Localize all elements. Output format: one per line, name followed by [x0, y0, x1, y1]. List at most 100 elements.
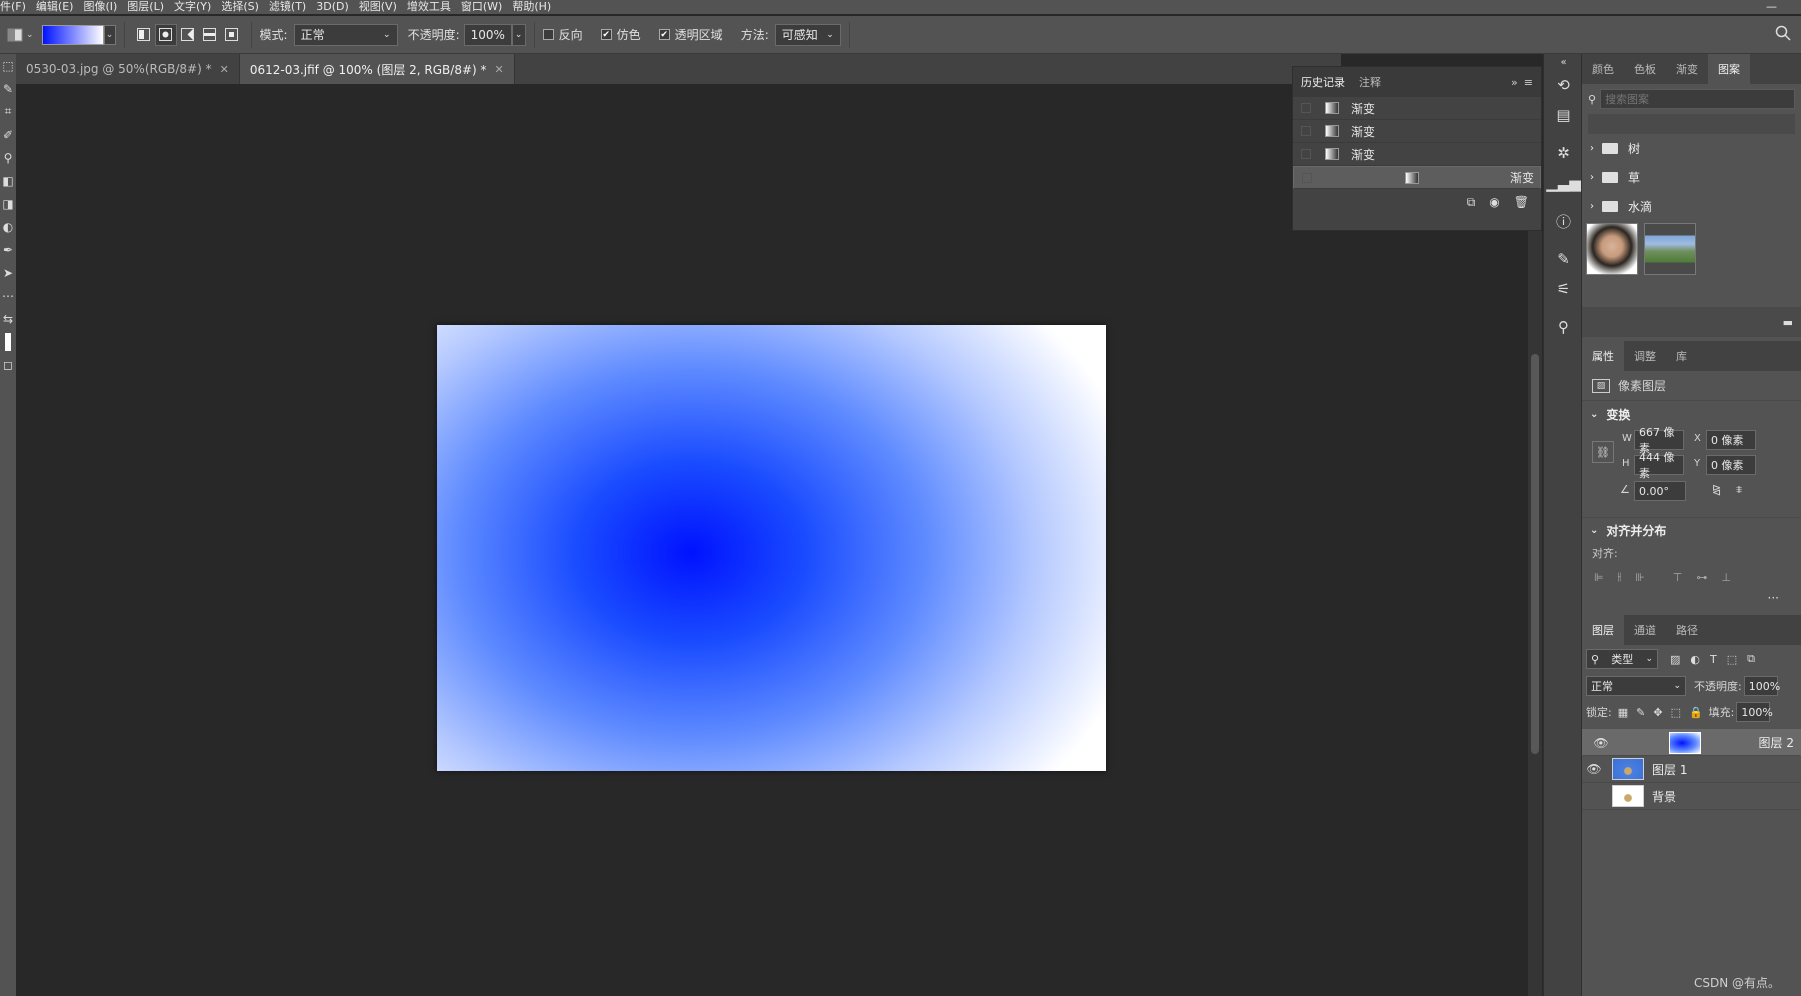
tab-patterns[interactable]: 图案: [1708, 54, 1750, 84]
new-document-from-state-icon[interactable]: ⧉: [1467, 195, 1476, 210]
linear-gradient-icon[interactable]: [133, 24, 155, 46]
more-tools-icon[interactable]: ⋯: [0, 284, 16, 307]
width-input[interactable]: 667 像素: [1634, 426, 1684, 455]
foreground-color-swatch[interactable]: [0, 330, 16, 353]
filter-pixel-icon[interactable]: ▨: [1670, 653, 1680, 666]
history-source-box[interactable]: [1301, 149, 1311, 159]
tab-channels[interactable]: 通道: [1624, 615, 1666, 645]
fill-input[interactable]: 100%: [1736, 702, 1773, 722]
layer-row-layer-2[interactable]: 👁 图层 2: [1582, 729, 1801, 756]
align-top-icon[interactable]: ⊤: [1673, 571, 1683, 584]
transparency-checkbox[interactable]: ✔: [658, 29, 670, 40]
menu-type[interactable]: 文字(Y): [174, 0, 211, 14]
info-icon[interactable]: ⓘ: [1544, 206, 1583, 236]
menu-select[interactable]: 选择(S): [221, 0, 259, 14]
more-options-icon[interactable]: ···: [1582, 591, 1801, 611]
pattern-folder-tree[interactable]: › 树: [1582, 134, 1801, 163]
menu-file[interactable]: 件(F): [0, 0, 26, 14]
angle-input[interactable]: 0.00°: [1634, 481, 1686, 501]
history-source-box[interactable]: [1302, 172, 1312, 183]
comment-icon[interactable]: ▤: [1544, 100, 1583, 130]
history-source-box[interactable]: [1301, 126, 1311, 136]
lock-transparent-icon[interactable]: ▦: [1618, 706, 1628, 719]
tab-layers[interactable]: 图层: [1582, 615, 1624, 645]
expand-panels-icon[interactable]: «: [1544, 54, 1583, 70]
menu-image[interactable]: 图像(I): [83, 0, 117, 14]
filter-shape-icon[interactable]: ⬚: [1727, 653, 1737, 666]
lock-position-icon[interactable]: ✥: [1653, 706, 1662, 719]
tab-properties[interactable]: 属性: [1582, 341, 1624, 371]
tab-notes[interactable]: 注释: [1359, 71, 1381, 93]
align-bottom-icon[interactable]: ⊥: [1721, 571, 1731, 584]
height-input[interactable]: 444 像素: [1634, 451, 1684, 480]
close-icon[interactable]: ✕: [495, 63, 504, 76]
align-center-h-icon[interactable]: ⫲: [1618, 570, 1622, 584]
burn-tool-icon[interactable]: ◐: [0, 215, 16, 238]
eyedropper-tool-icon[interactable]: ✐: [0, 123, 16, 146]
adjustments-icon[interactable]: ⚟: [1544, 274, 1583, 304]
diamond-gradient-icon[interactable]: [221, 24, 243, 46]
menu-help[interactable]: 帮助(H): [512, 0, 551, 14]
pattern-thumbnail-landscape[interactable]: [1644, 223, 1696, 275]
close-icon[interactable]: ✕: [220, 63, 229, 76]
navigator-icon[interactable]: ✲: [1544, 138, 1583, 168]
path-select-tool-icon[interactable]: ➤: [0, 261, 16, 284]
link-dimensions-icon[interactable]: ⛓: [1592, 441, 1614, 463]
reflected-gradient-icon[interactable]: [199, 24, 221, 46]
lasso-tool-icon[interactable]: ✎: [0, 77, 16, 100]
transform-section-header[interactable]: ⌄ 变换: [1582, 401, 1801, 427]
tab-adjustments[interactable]: 调整: [1624, 341, 1666, 371]
menu-3d[interactable]: 3D(D): [316, 0, 349, 14]
mode-select[interactable]: 正常 ⌄: [293, 23, 398, 46]
chevron-right-icon[interactable]: ›: [1590, 172, 1594, 183]
tab-gradients[interactable]: 渐变: [1666, 54, 1708, 84]
collapse-icon[interactable]: »: [1511, 76, 1518, 89]
quick-mask-icon[interactable]: ◻: [0, 353, 16, 376]
menu-view[interactable]: 视图(V): [359, 0, 397, 14]
flip-horizontal-icon[interactable]: ⧎: [1712, 483, 1721, 496]
reverse-checkbox[interactable]: [542, 29, 554, 40]
tab-swatches[interactable]: 色板: [1624, 54, 1666, 84]
pattern-thumbnail-portrait[interactable]: [1586, 223, 1638, 275]
lock-all-icon[interactable]: 🔒: [1689, 706, 1703, 719]
pattern-search-input[interactable]: [1600, 89, 1795, 109]
filter-adjustment-icon[interactable]: ◐: [1690, 653, 1700, 666]
search-icon[interactable]: [1775, 25, 1791, 45]
swap-colors-icon[interactable]: ⇆: [0, 307, 16, 330]
tab-libraries[interactable]: 库: [1666, 341, 1697, 371]
new-group-folder-icon[interactable]: ▬: [1783, 316, 1793, 329]
document-tab-0612[interactable]: 0612-03.jfif @ 100% (图层 2, RGB/8#) * ✕: [239, 54, 515, 84]
method-select[interactable]: 可感知 ⌄: [774, 23, 841, 46]
tab-history[interactable]: 历史记录: [1301, 71, 1345, 93]
chevron-right-icon[interactable]: ›: [1590, 201, 1594, 212]
opacity-input[interactable]: 100%: [463, 23, 512, 46]
radial-gradient-icon[interactable]: [154, 23, 177, 46]
stamp-tool-icon[interactable]: ⚲: [0, 146, 16, 169]
tab-color[interactable]: 颜色: [1582, 54, 1624, 84]
clone-source-icon[interactable]: ⚲: [1544, 312, 1583, 342]
history-item[interactable]: 渐变: [1293, 143, 1541, 166]
tool-preset-icon[interactable]: [4, 24, 26, 46]
filter-smart-object-icon[interactable]: ⧉: [1747, 652, 1755, 666]
layer-filter-select[interactable]: ⚲ 类型 ⌄: [1586, 649, 1658, 669]
brush-settings-icon[interactable]: ✎: [1544, 244, 1583, 274]
filter-type-icon[interactable]: T: [1710, 653, 1717, 666]
snapshot-camera-icon[interactable]: ◉: [1489, 195, 1499, 209]
menu-edit[interactable]: 编辑(E): [36, 0, 74, 14]
history-item[interactable]: 渐变: [1293, 166, 1541, 189]
y-input[interactable]: 0 像素: [1706, 455, 1756, 475]
angle-gradient-icon[interactable]: [177, 24, 199, 46]
layer-name[interactable]: 图层 1: [1652, 761, 1687, 778]
align-middle-v-icon[interactable]: ⊶: [1696, 571, 1707, 584]
gradient-tool-icon[interactable]: ◨: [0, 192, 16, 215]
gradient-preview[interactable]: [41, 24, 104, 45]
crop-tool-icon[interactable]: ⌗: [0, 100, 16, 123]
menu-window[interactable]: 窗口(W): [461, 0, 502, 14]
tab-paths[interactable]: 路径: [1666, 615, 1708, 645]
document-tab-0530[interactable]: 0530-03.jpg @ 50%(RGB/8#) * ✕: [16, 54, 240, 84]
layer-name[interactable]: 图层 2: [1759, 734, 1794, 751]
chevron-down-icon[interactable]: ⌄: [26, 30, 34, 40]
history-item[interactable]: 渐变: [1293, 97, 1541, 120]
blend-mode-select[interactable]: 正常 ⌄: [1586, 676, 1686, 696]
history-item[interactable]: 渐变: [1293, 120, 1541, 143]
